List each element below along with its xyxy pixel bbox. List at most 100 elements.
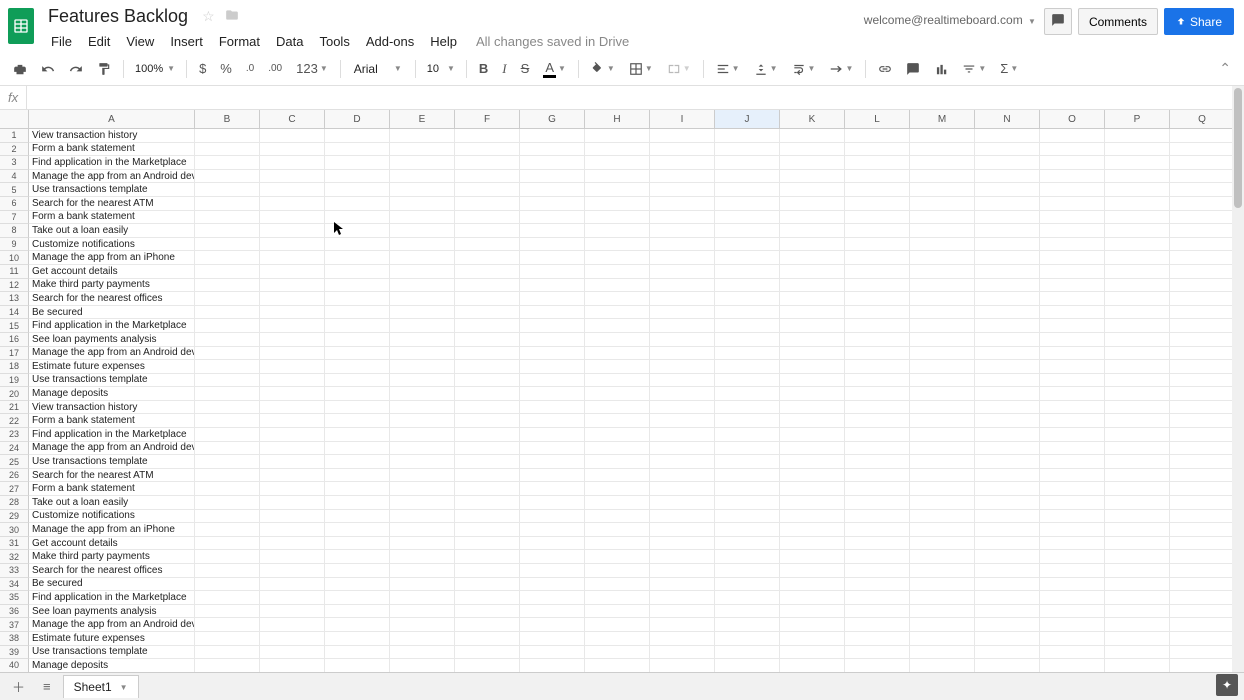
cell[interactable] xyxy=(650,224,715,238)
row-header[interactable]: 11 xyxy=(0,265,29,279)
cell[interactable] xyxy=(1105,605,1170,619)
cell[interactable] xyxy=(845,279,910,293)
cell[interactable] xyxy=(715,211,780,225)
cell[interactable] xyxy=(975,659,1040,673)
cell[interactable] xyxy=(455,496,520,510)
cell[interactable] xyxy=(455,414,520,428)
redo-icon[interactable] xyxy=(64,59,88,79)
cell[interactable]: Form a bank statement xyxy=(29,414,195,428)
account-email[interactable]: welcome@realtimeboard.com ▼ xyxy=(864,13,1036,27)
cell[interactable] xyxy=(1170,251,1235,265)
cell[interactable] xyxy=(1170,374,1235,388)
cell[interactable] xyxy=(390,319,455,333)
cell[interactable] xyxy=(455,578,520,592)
cell[interactable] xyxy=(845,564,910,578)
cell[interactable] xyxy=(325,129,390,143)
cell[interactable] xyxy=(780,306,845,320)
cell[interactable] xyxy=(1040,156,1105,170)
cell[interactable] xyxy=(715,428,780,442)
cell[interactable] xyxy=(1105,414,1170,428)
cell[interactable] xyxy=(585,482,650,496)
cell[interactable] xyxy=(585,401,650,415)
cell[interactable] xyxy=(1170,632,1235,646)
cell[interactable]: Manage the app from an Android device xyxy=(29,618,195,632)
cell[interactable] xyxy=(390,279,455,293)
cell[interactable] xyxy=(260,170,325,184)
cell[interactable] xyxy=(390,414,455,428)
cell[interactable] xyxy=(975,646,1040,660)
cell[interactable] xyxy=(1170,265,1235,279)
cell[interactable] xyxy=(715,482,780,496)
cell[interactable] xyxy=(780,238,845,252)
menu-view[interactable]: View xyxy=(119,31,161,52)
row-header[interactable]: 4 xyxy=(0,170,29,184)
cell[interactable] xyxy=(845,578,910,592)
cell[interactable] xyxy=(975,279,1040,293)
cell[interactable] xyxy=(325,333,390,347)
row-header[interactable]: 35 xyxy=(0,591,29,605)
cell[interactable] xyxy=(845,591,910,605)
cell[interactable] xyxy=(520,578,585,592)
cell[interactable] xyxy=(845,197,910,211)
cell[interactable] xyxy=(1040,428,1105,442)
cell[interactable] xyxy=(390,129,455,143)
cell[interactable] xyxy=(975,238,1040,252)
cell[interactable] xyxy=(520,564,585,578)
cell[interactable] xyxy=(585,550,650,564)
print-icon[interactable] xyxy=(8,59,32,79)
col-header-G[interactable]: G xyxy=(520,110,585,128)
cell[interactable] xyxy=(260,550,325,564)
col-header-A[interactable]: A xyxy=(29,110,195,128)
cell[interactable] xyxy=(520,319,585,333)
cell[interactable] xyxy=(520,632,585,646)
row-header[interactable]: 22 xyxy=(0,414,29,428)
cell[interactable] xyxy=(1105,523,1170,537)
cell[interactable] xyxy=(1170,156,1235,170)
cell[interactable] xyxy=(325,183,390,197)
cell[interactable] xyxy=(780,428,845,442)
cell[interactable] xyxy=(325,482,390,496)
cell[interactable] xyxy=(585,510,650,524)
cell[interactable]: Get account details xyxy=(29,265,195,279)
cell[interactable] xyxy=(715,265,780,279)
cell[interactable] xyxy=(910,564,975,578)
cell[interactable] xyxy=(715,143,780,157)
cell[interactable] xyxy=(715,197,780,211)
cell[interactable] xyxy=(455,224,520,238)
cell[interactable] xyxy=(1170,333,1235,347)
cell[interactable] xyxy=(1040,360,1105,374)
cell[interactable] xyxy=(260,401,325,415)
cell[interactable] xyxy=(1105,292,1170,306)
cell[interactable] xyxy=(1105,537,1170,551)
cell[interactable] xyxy=(585,292,650,306)
cell[interactable] xyxy=(325,319,390,333)
cell[interactable] xyxy=(585,659,650,673)
all-sheets-icon[interactable]: ≡ xyxy=(37,675,57,698)
cell[interactable] xyxy=(455,333,520,347)
cell[interactable] xyxy=(585,414,650,428)
cell[interactable] xyxy=(780,251,845,265)
cell[interactable] xyxy=(260,143,325,157)
cell[interactable] xyxy=(195,279,260,293)
cell[interactable] xyxy=(1105,360,1170,374)
cell[interactable]: Make third party payments xyxy=(29,550,195,564)
row-header[interactable]: 30 xyxy=(0,523,29,537)
cell[interactable] xyxy=(910,605,975,619)
cell[interactable] xyxy=(455,605,520,619)
row-header[interactable]: 40 xyxy=(0,659,29,673)
cell[interactable] xyxy=(650,333,715,347)
cell[interactable]: Estimate future expenses xyxy=(29,632,195,646)
cell[interactable] xyxy=(1040,632,1105,646)
cell[interactable] xyxy=(325,510,390,524)
cell[interactable] xyxy=(390,224,455,238)
cell[interactable] xyxy=(1170,292,1235,306)
cell[interactable] xyxy=(390,374,455,388)
cell[interactable] xyxy=(390,632,455,646)
cell[interactable] xyxy=(1170,482,1235,496)
cell[interactable] xyxy=(195,129,260,143)
row-header[interactable]: 3 xyxy=(0,156,29,170)
cell[interactable] xyxy=(325,156,390,170)
cell[interactable]: Manage the app from an iPhone xyxy=(29,523,195,537)
cell[interactable] xyxy=(650,469,715,483)
cell[interactable] xyxy=(910,143,975,157)
